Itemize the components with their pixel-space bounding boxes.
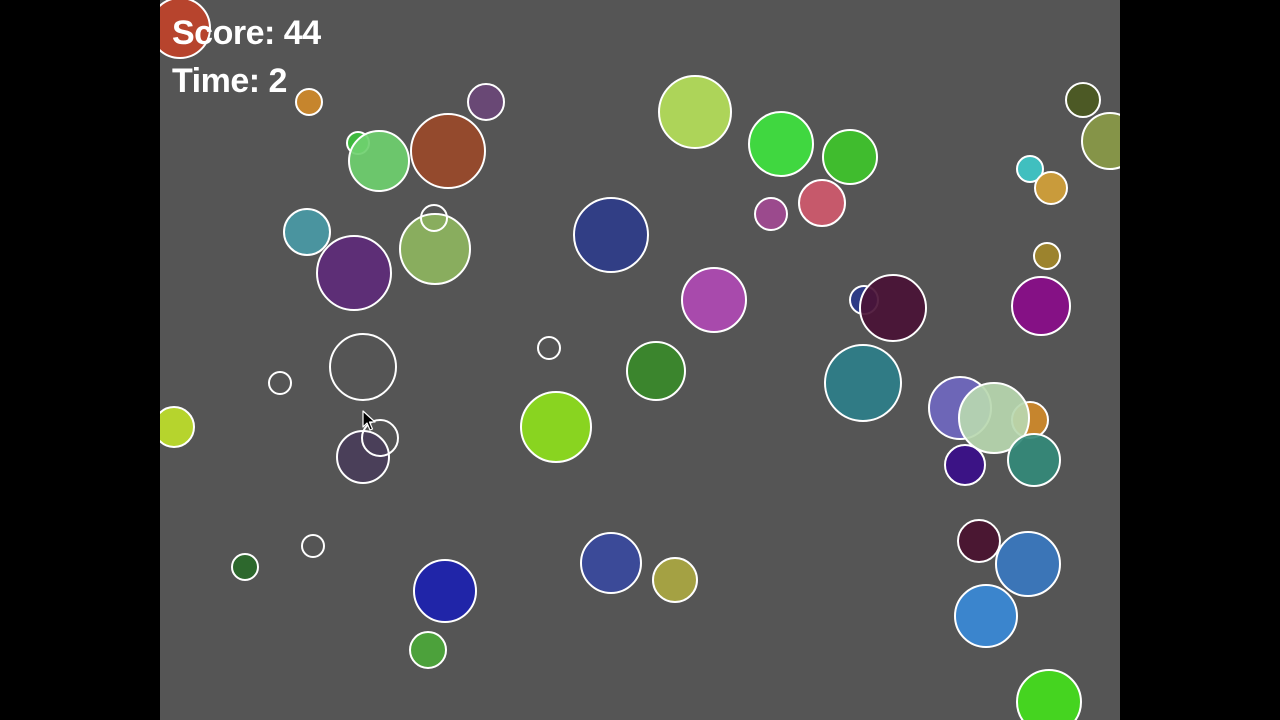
- bubble[interactable]: [798, 179, 846, 227]
- bubble[interactable]: [520, 391, 592, 463]
- bubble[interactable]: [160, 406, 195, 448]
- bubble[interactable]: [1016, 669, 1082, 720]
- bubble[interactable]: [231, 553, 259, 581]
- bubble[interactable]: [754, 197, 788, 231]
- bubble[interactable]: [1034, 171, 1068, 205]
- bubble[interactable]: [1033, 242, 1061, 270]
- bubble-outline[interactable]: [268, 371, 292, 395]
- bubble[interactable]: [413, 559, 477, 623]
- bubble[interactable]: [859, 274, 927, 342]
- time-display: Time: 2: [172, 62, 287, 101]
- bubble[interactable]: [573, 197, 649, 273]
- bubble[interactable]: [295, 88, 323, 116]
- score-value: 44: [283, 14, 321, 52]
- bubble[interactable]: [995, 531, 1061, 597]
- bubble-outline[interactable]: [301, 534, 325, 558]
- bubble[interactable]: [944, 444, 986, 486]
- bubble[interactable]: [822, 129, 878, 185]
- bubble[interactable]: [316, 235, 392, 311]
- bubble[interactable]: [409, 631, 447, 669]
- game-canvas[interactable]: Score: 44 Time: 2: [160, 0, 1120, 720]
- bubble[interactable]: [410, 113, 486, 189]
- bubble-field[interactable]: [160, 0, 1120, 720]
- bubble[interactable]: [626, 341, 686, 401]
- bubble[interactable]: [658, 75, 732, 149]
- bubble[interactable]: [467, 83, 505, 121]
- bubble[interactable]: [1011, 276, 1071, 336]
- mouse-pointer-icon: [362, 410, 376, 431]
- bubble[interactable]: [283, 208, 331, 256]
- bubble[interactable]: [348, 130, 410, 192]
- bubble-outline[interactable]: [329, 333, 397, 401]
- bubble[interactable]: [748, 111, 814, 177]
- bubble-outline[interactable]: [537, 336, 561, 360]
- bubble[interactable]: [1081, 112, 1120, 170]
- bubble[interactable]: [399, 213, 471, 285]
- bubble[interactable]: [1007, 433, 1061, 487]
- bubble[interactable]: [652, 557, 698, 603]
- score-display: Score: 44: [172, 14, 321, 53]
- bubble[interactable]: [824, 344, 902, 422]
- bubble[interactable]: [1065, 82, 1101, 118]
- time-label: Time:: [172, 62, 260, 100]
- score-label: Score:: [172, 14, 275, 52]
- bubble[interactable]: [580, 532, 642, 594]
- bubble[interactable]: [954, 584, 1018, 648]
- bubble[interactable]: [957, 519, 1001, 563]
- time-value: 2: [268, 62, 288, 100]
- bubble[interactable]: [681, 267, 747, 333]
